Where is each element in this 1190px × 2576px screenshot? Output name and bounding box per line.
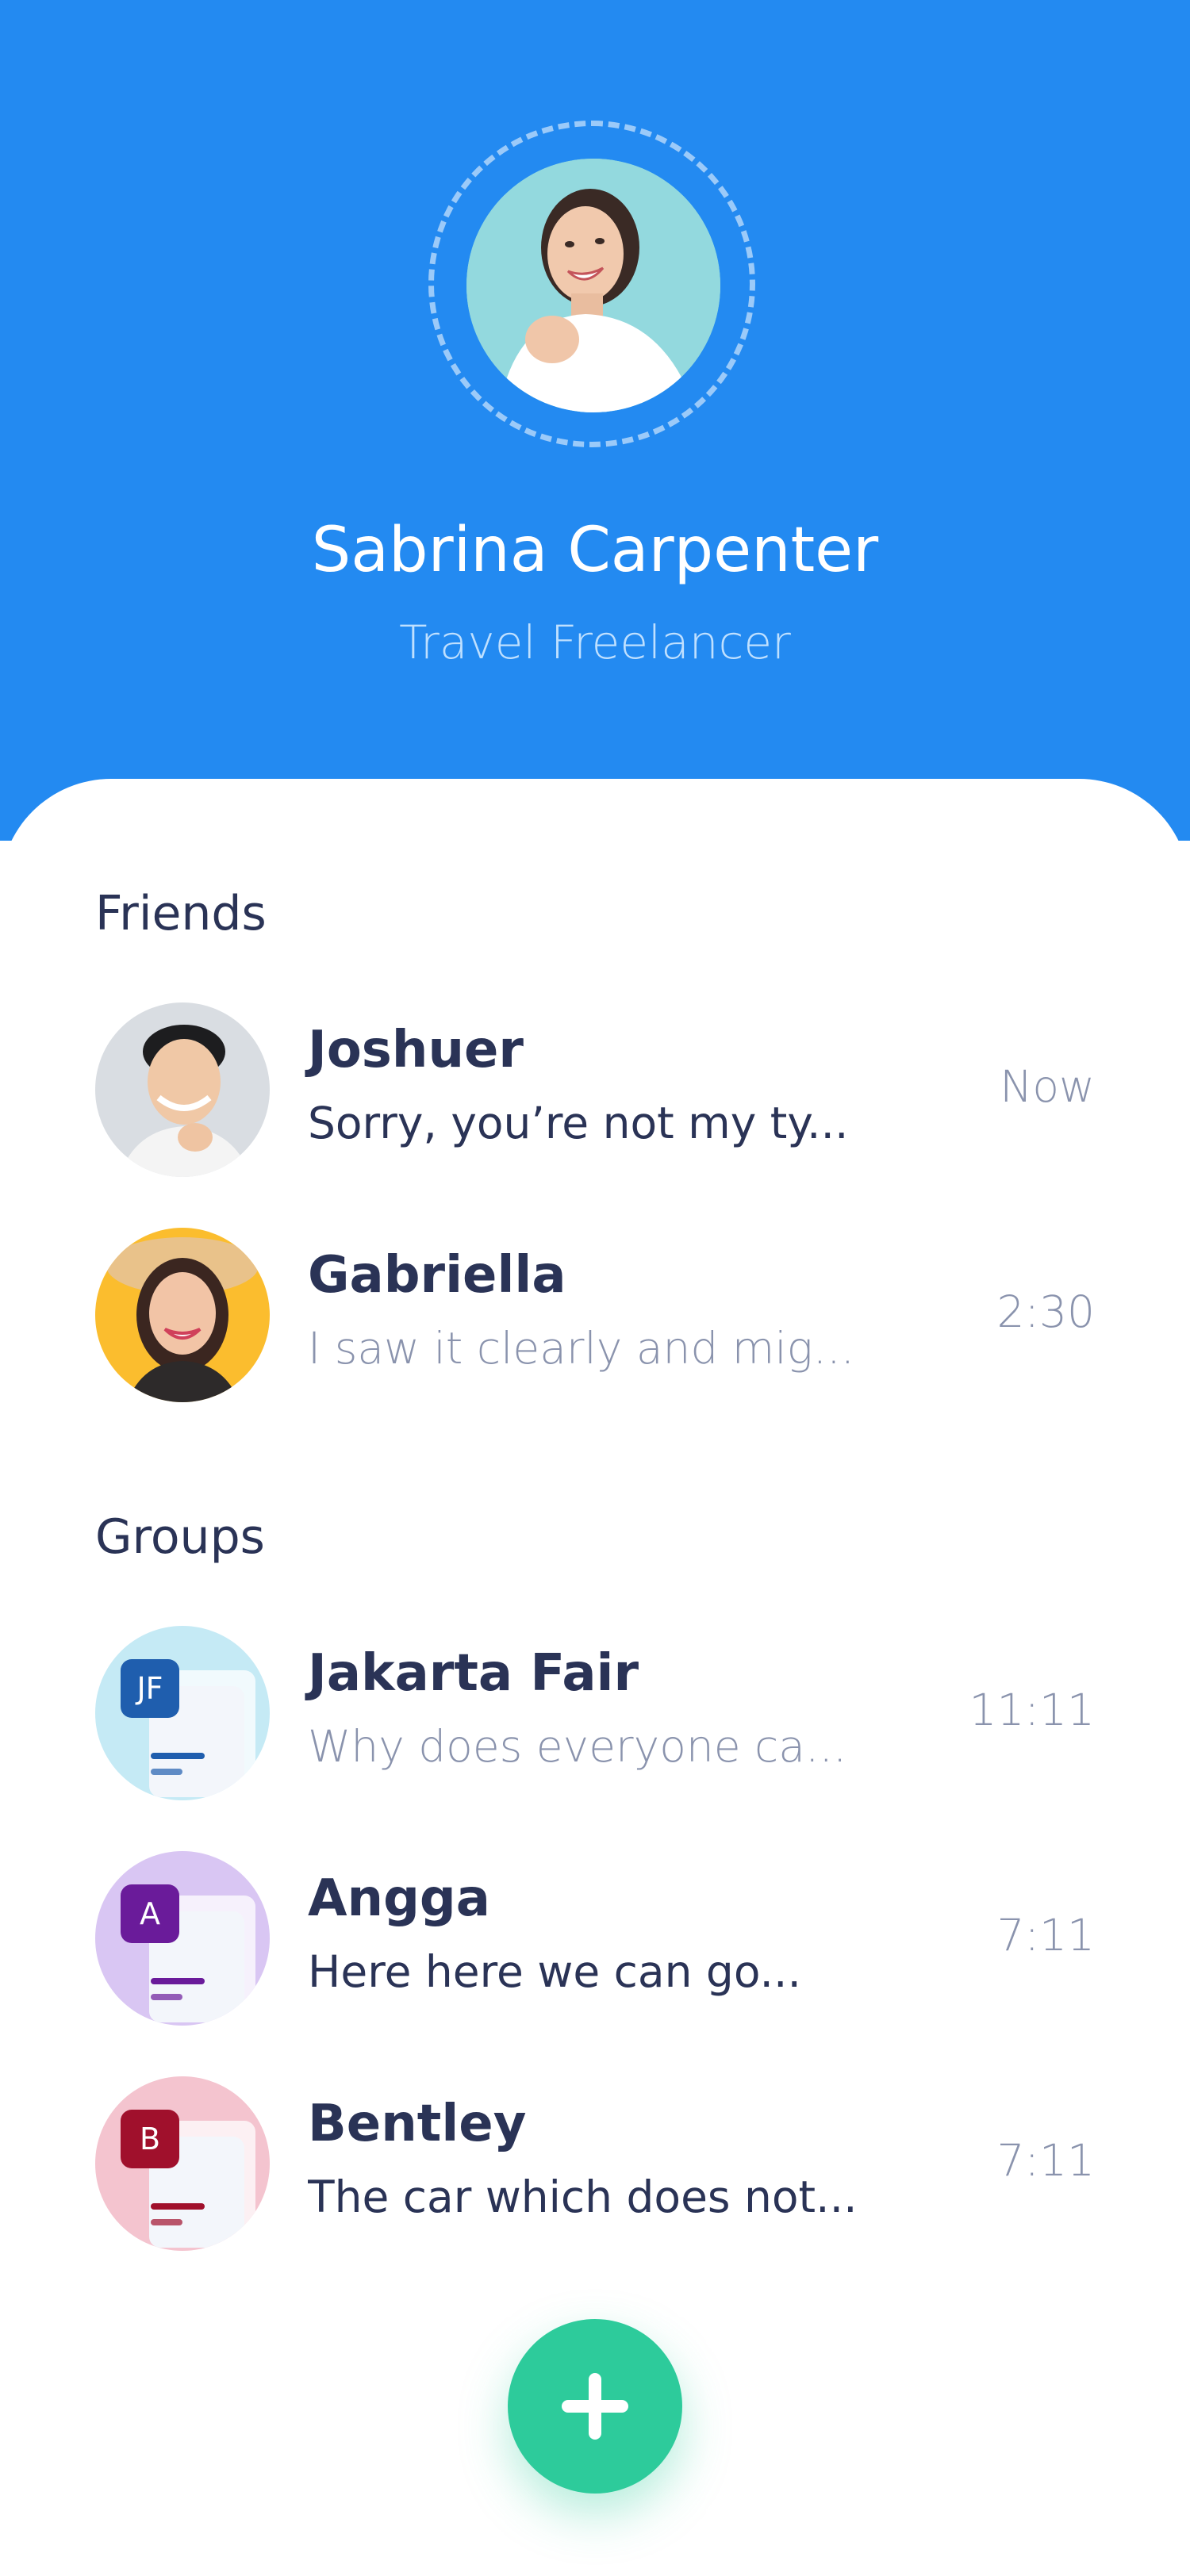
chat-item-gabriella[interactable]: Gabriella I saw it clearly and mig... 2:… (0, 1228, 1190, 1402)
chat-preview: Here here we can go... (308, 1946, 801, 1997)
chat-list-panel: Friends Joshuer Sorry, you’re not my ty.… (0, 779, 1190, 2576)
chat-preview: Sorry, you’re not my ty... (308, 1098, 849, 1148)
chat-name: Joshuer (308, 1021, 524, 1079)
chat-item-joshuer[interactable]: Joshuer Sorry, you’re not my ty... Now (0, 1002, 1190, 1177)
group-badge: B (121, 2110, 179, 2168)
add-chat-button[interactable] (508, 2319, 682, 2494)
chat-name: Angga (308, 1869, 490, 1928)
profile-avatar[interactable] (466, 159, 720, 412)
friend-photo (95, 1228, 270, 1402)
profile-header: Sabrina Carpenter Travel Freelancer (0, 0, 1190, 841)
friend-photo (95, 1002, 270, 1177)
group-avatar: JF (95, 1626, 270, 1800)
group-badge: A (121, 1884, 179, 1943)
chat-preview: I saw it clearly and mig... (308, 1323, 855, 1374)
chat-name: Bentley (308, 2095, 527, 2153)
chat-item-bentley[interactable]: B Bentley The car which does not... 7:11 (0, 2076, 1190, 2251)
group-badge: JF (121, 1659, 179, 1718)
chat-time: 7:11 (996, 1910, 1095, 1961)
chat-preview: Why does everyone ca... (308, 1721, 847, 1772)
chat-name: Gabriella (308, 1246, 566, 1305)
profile-photo (466, 159, 720, 412)
group-avatar: B (95, 2076, 270, 2251)
chat-time: Now (1000, 1061, 1095, 1112)
chat-item-angga[interactable]: A Angga Here here we can go... 7:11 (0, 1851, 1190, 2026)
profile-name: Sabrina Carpenter (311, 515, 879, 586)
chat-time: 7:11 (996, 2135, 1095, 2186)
avatar (95, 1228, 270, 1402)
chat-time: 2:30 (996, 1286, 1095, 1337)
friends-section-title: Friends (95, 886, 267, 941)
chat-name: Jakarta Fair (308, 1644, 639, 1703)
group-avatar: A (95, 1851, 270, 2026)
chat-item-jakarta-fair[interactable]: JF Jakarta Fair Why does everyone ca... … (0, 1626, 1190, 1800)
groups-section-title: Groups (95, 1509, 265, 1565)
chat-preview: The car which does not... (308, 2172, 858, 2222)
avatar (95, 1002, 270, 1177)
chat-time: 11:11 (969, 1685, 1095, 1735)
profile-role: Travel Freelancer (399, 615, 791, 669)
